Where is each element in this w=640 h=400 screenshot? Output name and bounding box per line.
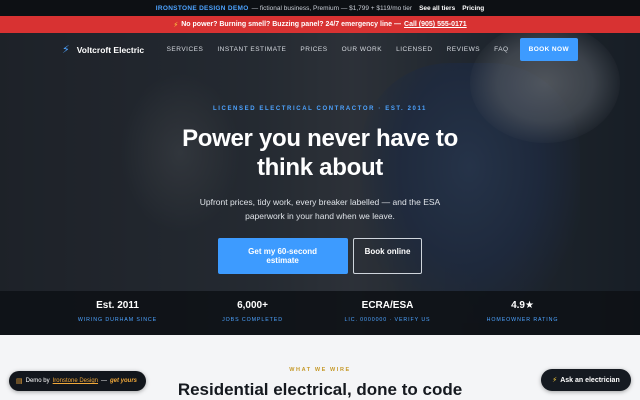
demo-credit-prefix: Demo by <box>25 378 50 384</box>
emergency-phone-link[interactable]: Call (905) 555-0171 <box>404 21 467 28</box>
book-now-button[interactable]: BOOK NOW <box>519 38 578 61</box>
hero-subtitle: Upfront prices, tidy work, every breaker… <box>0 195 640 223</box>
stat-label[interactable]: LIC. 0000000 · VERIFY US <box>320 317 455 323</box>
demo-banner: IRONSTONE DESIGN DEMO — fictional busine… <box>0 0 640 16</box>
hero-headline-line1: Power you never have to <box>182 125 458 152</box>
demo-credit-pill[interactable]: ▤ Demo by Ironstone Design — get yours <box>9 371 147 391</box>
stat-label: HOMEOWNER RATING <box>486 317 559 323</box>
emergency-text: No power? Burning smell? Buzzing panel? … <box>181 21 402 28</box>
stat-item: 6,000+ JOBS COMPLETED <box>185 291 320 335</box>
demo-credit-suffix: get yours <box>110 378 138 384</box>
stat-item: ECRA/ESA LIC. 0000000 · VERIFY US <box>320 291 455 335</box>
bolt-icon: ⚡ <box>173 21 179 29</box>
stat-item: Est. 2011 WIRING DURHAM SINCE <box>50 291 185 335</box>
stat-value: ECRA/ESA <box>361 300 414 311</box>
hero-cta-row: Get my 60-second estimate Book online <box>0 238 640 274</box>
emergency-banner: ⚡ No power? Burning smell? Buzzing panel… <box>0 16 640 33</box>
book-online-button[interactable]: Book online <box>352 238 423 274</box>
demo-credit-sep: — <box>101 378 108 384</box>
see-all-tiers-link[interactable]: See all tiers <box>419 5 455 12</box>
demo-brand: IRONSTONE DESIGN DEMO <box>155 4 249 12</box>
stat-label: JOBS COMPLETED <box>222 317 283 323</box>
nav-link-instant-estimate[interactable]: INSTANT ESTIMATE <box>210 46 293 53</box>
ask-electrician-button[interactable]: ⚡ Ask an electrician <box>541 369 631 391</box>
stat-value: 6,000+ <box>237 300 268 311</box>
hero-headline: Power you never have to think about <box>0 124 640 182</box>
nav-links: SERVICES INSTANT ESTIMATE PRICES OUR WOR… <box>160 38 578 61</box>
hero-headline-line2: think about <box>256 154 384 181</box>
hero-eyebrow: LICENSED ELECTRICAL CONTRACTOR · EST. 20… <box>212 106 427 112</box>
nav-link-prices[interactable]: PRICES <box>293 46 334 53</box>
stat-item: 4.9★ HOMEOWNER RATING <box>455 291 590 335</box>
nav-link-licensed[interactable]: LICENSED <box>389 46 440 53</box>
hero-subtitle-line2: paperwork in your hand when we leave. <box>245 211 395 221</box>
logo[interactable]: ⚡ Voltcroft Electric <box>62 43 144 56</box>
main-nav: ⚡ Voltcroft Electric SERVICES INSTANT ES… <box>0 33 640 66</box>
document-icon: ▤ <box>16 378 23 385</box>
logo-text: Voltcroft Electric <box>76 44 145 55</box>
demo-text: — fictional business, Premium — $1,799 +… <box>251 4 413 12</box>
stats-bar: Est. 2011 WIRING DURHAM SINCE 6,000+ JOB… <box>0 291 640 335</box>
nav-link-services[interactable]: SERVICES <box>160 46 211 53</box>
hero-subtitle-line1: Upfront prices, tidy work, every breaker… <box>199 197 441 207</box>
hero: ⚡ Voltcroft Electric SERVICES INSTANT ES… <box>0 33 640 335</box>
stat-label: WIRING DURHAM SINCE <box>77 317 158 323</box>
ask-electrician-label: Ask an electrician <box>560 376 620 384</box>
nav-link-reviews[interactable]: REVIEWS <box>440 46 487 53</box>
estimate-button[interactable]: Get my 60-second estimate <box>217 238 348 274</box>
pricing-link[interactable]: Pricing <box>462 5 484 12</box>
hero-content: LICENSED ELECTRICAL CONTRACTOR · EST. 20… <box>0 106 640 274</box>
nav-link-faq[interactable]: FAQ <box>487 46 516 53</box>
stat-value: Est. 2011 <box>96 300 139 311</box>
stat-value: 4.9★ <box>511 300 534 311</box>
nav-link-our-work[interactable]: OUR WORK <box>335 46 389 53</box>
bolt-icon: ⚡ <box>62 44 70 56</box>
demo-credit-brand[interactable]: Ironstone Design <box>53 378 98 384</box>
bolt-icon: ⚡ <box>552 377 558 384</box>
